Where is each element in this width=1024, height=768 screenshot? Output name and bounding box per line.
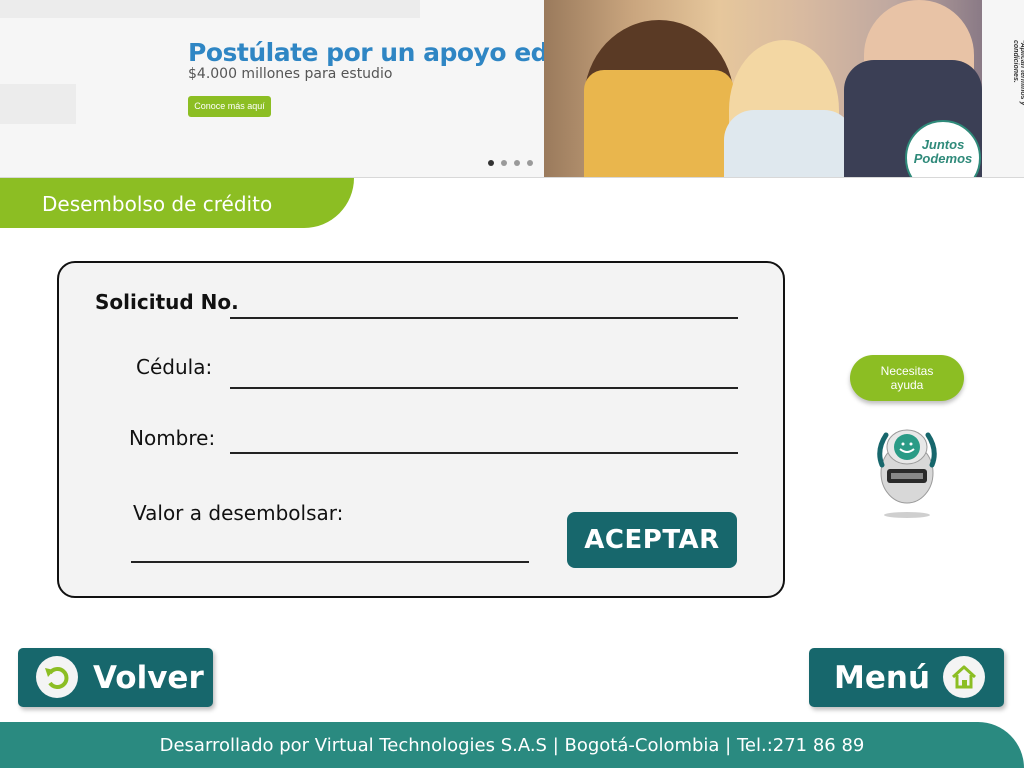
banner-decoration: [0, 0, 420, 18]
footer-text: Desarrollado por Virtual Technologies S.…: [159, 735, 865, 756]
amount-label: Valor a desembolsar:: [133, 501, 344, 525]
request-number-field[interactable]: [230, 317, 738, 319]
name-label: Nombre:: [129, 426, 216, 450]
back-icon: [36, 656, 78, 698]
help-label-line1: Necesitas: [880, 364, 934, 378]
photo-person: [584, 70, 734, 177]
carousel-dot[interactable]: [501, 160, 507, 166]
carousel-dot[interactable]: [527, 160, 533, 166]
banner-decoration: [0, 84, 76, 124]
carousel-dots[interactable]: [488, 160, 533, 166]
home-icon: [943, 656, 985, 698]
banner-subtitle: $4.000 millones para estudio: [188, 66, 393, 82]
carousel-dot[interactable]: [488, 160, 494, 166]
robot-shadow: [884, 512, 930, 518]
robot-assistant-icon[interactable]: [874, 425, 940, 505]
photo-person: [724, 110, 854, 177]
id-field[interactable]: [230, 387, 738, 389]
banner-terms: *Aplican términos y condiciones.: [1012, 40, 1024, 106]
section-header: Desembolso de crédito: [0, 178, 354, 228]
request-number-label: Solicitud No.: [95, 290, 239, 314]
name-field[interactable]: [230, 452, 738, 454]
menu-label: Menú: [834, 660, 931, 696]
section-title: Desembolso de crédito: [42, 192, 273, 216]
menu-button[interactable]: Menú: [809, 648, 1004, 707]
accept-button[interactable]: ACEPTAR: [567, 512, 737, 568]
banner-cta-button[interactable]: Conoce más aquí: [188, 96, 271, 117]
back-button[interactable]: Volver: [18, 648, 213, 707]
logo-text: Juntos Podemos: [913, 137, 973, 166]
carousel-dot[interactable]: [514, 160, 520, 166]
help-label-line2: ayuda: [890, 378, 924, 392]
promo-banner[interactable]: Postúlate por un apoyo educativo $4.000 …: [0, 0, 1024, 178]
id-label: Cédula:: [136, 355, 213, 379]
amount-field[interactable]: [131, 561, 529, 563]
help-button[interactable]: Necesitas ayuda: [850, 355, 964, 401]
footer: Desarrollado por Virtual Technologies S.…: [0, 722, 1024, 768]
back-label: Volver: [93, 660, 204, 696]
disbursement-form: Solicitud No. Cédula: Nombre: Valor a de…: [57, 261, 785, 598]
